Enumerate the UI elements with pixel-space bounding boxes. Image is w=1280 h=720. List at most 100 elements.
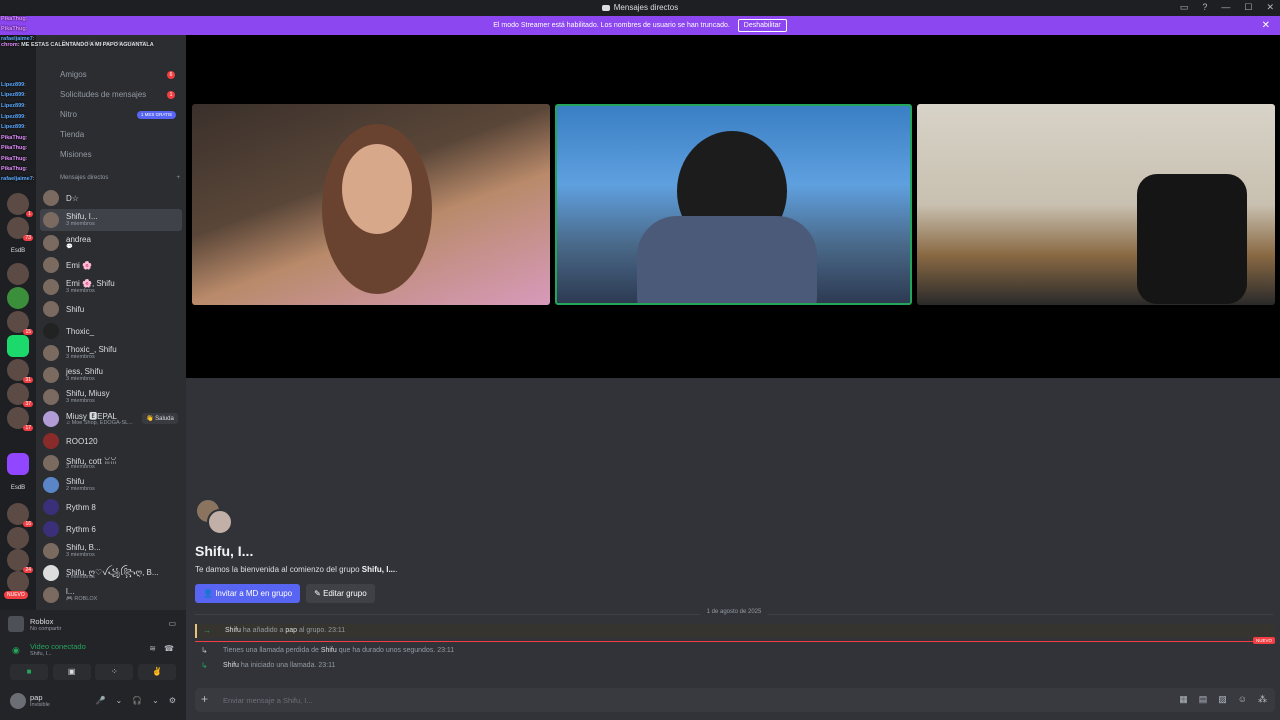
help-icon[interactable]: ? — [1202, 2, 1207, 13]
noise-suppression-icon[interactable]: ≋ — [149, 644, 156, 653]
dm-item[interactable]: Emi 🌸 — [40, 254, 182, 276]
close-banner-icon[interactable]: ✕ — [1262, 16, 1270, 35]
add-attachment-icon[interactable]: + — [201, 692, 208, 706]
disable-streamer-button[interactable]: Deshabilitar — [737, 19, 787, 32]
avatar — [43, 455, 59, 471]
dm-item[interactable]: Emi 🌸, Shifu 3 miembros — [40, 276, 182, 298]
avatar — [43, 323, 59, 339]
server-icon[interactable]: 73 — [7, 217, 33, 241]
server-icon[interactable]: EsdB — [7, 477, 29, 499]
apps-icon[interactable]: ⁂ — [1258, 694, 1267, 705]
dm-item[interactable]: Rythm 8 — [40, 496, 182, 518]
avatar — [43, 587, 59, 603]
dm-item[interactable]: Shifu — [40, 298, 182, 320]
nav-quests[interactable]: Misiones — [36, 145, 186, 165]
avatar — [43, 499, 59, 515]
sidebar-nav: Amigos 6 Solicitudes de mensajes 1 Nitro 1 … — [36, 65, 186, 165]
dm-item[interactable]: Shifu, Miusy 3 miembros — [40, 386, 182, 408]
nav-message-requests[interactable]: Solicitudes de mensajes 1 — [36, 85, 186, 105]
call-icon: ↳ — [201, 661, 208, 670]
invite-button[interactable]: 👤 Invitar a MD en grupo — [195, 584, 301, 603]
avatar — [43, 279, 59, 295]
twitch-server-icon[interactable] — [7, 453, 29, 475]
chevron-down-icon[interactable]: ⌄ — [115, 696, 122, 705]
kick-server-icon[interactable] — [7, 335, 29, 357]
dm-item[interactable]: Shifu 2 miembros — [40, 474, 182, 496]
server-icon[interactable] — [7, 571, 29, 593]
gif-icon[interactable]: ▤ — [1199, 694, 1208, 705]
gift-icon[interactable]: ▦ — [1179, 694, 1188, 705]
server-icon[interactable]: 24 — [7, 549, 33, 573]
server-icon[interactable] — [7, 527, 29, 549]
dm-item-selected[interactable]: Shifu, I... 3 miembros — [40, 209, 182, 231]
edit-group-button[interactable]: ✎ Editar grupo — [306, 584, 375, 603]
avatar — [43, 389, 59, 405]
search-input[interactable]: Busca o inicia una conversación — [62, 41, 148, 47]
streamer-mode-banner: El modo Streamer está habilitado. Los no… — [0, 16, 1280, 35]
new-messages-line: NUEVO — [195, 637, 1275, 644]
server-icon[interactable]: 17 — [7, 407, 33, 431]
avatar[interactable] — [10, 693, 26, 709]
dm-item[interactable]: Miusy 🅴EPAL ♫ Moe Shop, EDOGA-SL... 👋 Salu… — [40, 408, 182, 430]
count-badge: 6 — [167, 71, 175, 79]
system-message: ↳ Tienes una llamada perdida de Shifu qu… — [201, 646, 455, 655]
message-composer[interactable]: + Enviar mensaje a Shifu, I... ▦ ▤ ▨ ☺ ⁂ — [195, 688, 1275, 712]
server-icon[interactable] — [7, 287, 29, 309]
dm-item[interactable]: Shifu, ღ♡ꪜ꧁ꪶ꧂ღ, B... 4 miembros — [40, 562, 182, 584]
dm-item[interactable]: l... 🎮 ROBLOX — [40, 584, 182, 606]
dm-item[interactable]: ROO120 — [40, 430, 182, 452]
current-user: pap Invisible 🎤 ⌄ 🎧 ⌄ ⚙ — [6, 690, 180, 714]
create-dm-icon[interactable]: + — [176, 175, 180, 181]
inbox-icon[interactable]: ▭ — [1180, 2, 1189, 13]
gear-icon[interactable]: ⚙ — [169, 696, 176, 705]
server-icon[interactable] — [7, 263, 29, 285]
microphone-icon[interactable]: 🎤 — [95, 696, 105, 705]
voice-status: ◉ Video conectado Shifu, I... ≋ ☎ — [12, 642, 174, 657]
server-icon[interactable] — [7, 431, 29, 453]
dm-item[interactable]: Thoxic_ — [40, 320, 182, 342]
server-icon[interactable]: 16 — [7, 503, 33, 527]
maximize-button[interactable]: ☐ — [1244, 2, 1252, 13]
dm-item[interactable]: Thoxic_, Shifu 3 miembros — [40, 342, 182, 364]
nav-nitro[interactable]: Nitro 1 MES GRATIS — [36, 105, 186, 125]
discord-icon — [601, 4, 610, 11]
system-message: → Shifu ha añadido a pap al grupo. 23:11 — [195, 624, 1275, 638]
avatar — [43, 477, 59, 493]
signal-icon[interactable]: ◉ — [12, 645, 20, 656]
message-input[interactable]: Enviar mensaje a Shifu, I... — [223, 696, 313, 705]
server-icon[interactable]: 15 — [7, 311, 33, 335]
minimize-button[interactable]: — — [1221, 2, 1230, 13]
disconnect-icon[interactable]: ☎ — [164, 644, 174, 653]
roblox-icon — [8, 616, 24, 632]
dm-item[interactable]: Shifu, cott ꈍꈍ 3 miembros — [40, 452, 182, 474]
soundboard-button[interactable]: ✌ — [137, 664, 176, 680]
dm-item[interactable]: jess, Shifu 3 miembros — [40, 364, 182, 386]
dm-item[interactable]: D☆ — [40, 187, 182, 209]
nav-shop[interactable]: Tienda — [36, 125, 186, 145]
streamer-mode-text: El modo Streamer está habilitado. Los no… — [493, 22, 730, 29]
wave-button[interactable]: 👋 Saluda — [142, 413, 178, 424]
dm-item[interactable]: Rythm 6 — [40, 518, 182, 540]
dm-item[interactable]: Shifu, B... 3 miembros — [40, 540, 182, 562]
close-window-button[interactable]: ✕ — [1266, 2, 1274, 13]
activity-card[interactable]: Roblox No compartir ▭ — [6, 614, 180, 636]
server-icon[interactable]: 37 — [7, 383, 33, 407]
video-tile[interactable] — [917, 104, 1275, 305]
server-icon[interactable]: 31 — [7, 359, 33, 383]
nav-friends[interactable]: Amigos 6 — [36, 65, 186, 85]
title-bar: Mensajes directos ▭ ? — ☐ ✕ — [0, 0, 1280, 16]
chevron-down-icon[interactable]: ⌄ — [152, 696, 159, 705]
sticker-icon[interactable]: ▨ — [1218, 694, 1227, 705]
activities-button[interactable]: ⁘ — [95, 664, 134, 680]
screen-share-icon[interactable]: ▭ — [168, 619, 176, 628]
headphones-icon[interactable]: 🎧 — [132, 696, 142, 705]
camera-button[interactable]: ■ — [10, 664, 48, 680]
video-tile-speaking[interactable] — [555, 104, 912, 305]
server-icon[interactable]: 1 — [7, 193, 33, 217]
server-icon[interactable]: EsdB — [7, 240, 29, 262]
share-screen-button[interactable]: ▣ — [52, 664, 91, 680]
emoji-icon[interactable]: ☺ — [1238, 694, 1247, 705]
dm-item[interactable]: andrea 💬 — [40, 232, 182, 254]
video-tile[interactable] — [192, 104, 550, 305]
date-divider: 1 de agosto de 2025 — [195, 609, 1273, 615]
